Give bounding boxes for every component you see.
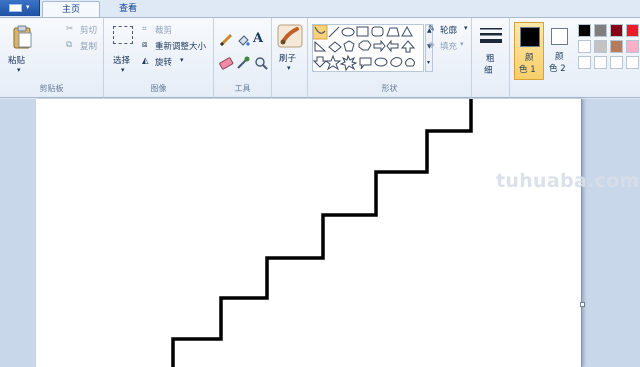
magnifier-icon[interactable] <box>253 55 269 71</box>
palette-swatch[interactable] <box>610 24 623 37</box>
brushes-group: 刷子 ▾ <box>272 18 308 98</box>
clipboard-group: 粘贴 ▾ ✂ 剪切 ⧉ 复制 剪贴板 <box>0 18 104 98</box>
fill-label: 填充 <box>440 42 458 52</box>
resize-button[interactable]: ⧈ 重新调整大小 <box>142 40 214 53</box>
shapes-group: ▲ ▼ ▾ ✎ 轮廓 ▾ ◈ 填充 ▾ 形状 <box>308 18 472 98</box>
canvas-resize-handle[interactable] <box>580 302 585 307</box>
palette-swatch[interactable] <box>594 56 607 69</box>
tools-group: A 工具 <box>214 18 272 98</box>
eraser-icon[interactable] <box>218 55 234 71</box>
rotate-button[interactable]: ◭ 旋转 ▾ <box>142 56 192 69</box>
crop-label: 裁剪 <box>155 26 173 36</box>
tab-home[interactable]: 主页 <box>42 1 100 18</box>
copy-button[interactable]: ⧉ 复制 <box>66 40 104 53</box>
tab-view[interactable]: 查看 <box>104 1 152 18</box>
color-2-label-bottom: 色 2 <box>549 64 566 74</box>
color-2-label-top: 颜 <box>555 52 564 62</box>
size-label-bottom: 细 <box>484 66 493 76</box>
chevron-down-icon: ▾ <box>464 24 468 32</box>
brushes-button[interactable]: 刷子 ▾ <box>274 22 306 78</box>
drawing-canvas[interactable] <box>36 99 582 367</box>
selection-rectangle-icon <box>113 26 133 44</box>
paint-menu-icon <box>9 4 22 12</box>
color-picker-icon[interactable] <box>235 55 251 71</box>
paste-label: 粘贴 <box>8 56 26 66</box>
ribbon: 粘贴 ▾ ✂ 剪切 ⧉ 复制 剪贴板 选择 ▾ ⌗ 裁剪 ⧈ 重新调整大小 ◭ … <box>0 17 640 98</box>
shapes-group-caption: 形状 <box>381 84 398 93</box>
watermark: tuhuaba.com <box>496 170 640 192</box>
clipboard-group-caption: 剪贴板 <box>39 84 64 93</box>
palette-swatch[interactable] <box>578 24 591 37</box>
resize-icon: ⧈ <box>142 40 148 50</box>
fill-button[interactable]: ◈ 填充 ▾ <box>426 40 472 53</box>
chevron-down-icon: ▾ <box>121 66 125 74</box>
palette-swatch[interactable] <box>626 24 639 37</box>
size-label-top: 粗 <box>486 54 495 64</box>
palette-swatch[interactable] <box>594 40 607 53</box>
size-group: 粗 细 <box>472 18 510 98</box>
image-group: 选择 ▾ ⌗ 裁剪 ⧈ 重新调整大小 ◭ 旋转 ▾ 图像 <box>104 18 214 98</box>
crop-button[interactable]: ⌗ 裁剪 <box>142 24 192 37</box>
rotate-label: 旋转 <box>155 58 173 68</box>
color-1-button[interactable]: 颜 色 1 <box>514 22 544 80</box>
crop-icon: ⌗ <box>142 24 147 34</box>
palette-swatch[interactable] <box>594 24 607 37</box>
chevron-down-icon: ▾ <box>17 66 21 74</box>
shapes-gallery <box>312 24 424 72</box>
copy-label: 复制 <box>80 42 98 52</box>
paste-icon <box>13 25 32 49</box>
colors-group: 颜 色 1 颜 色 2 <box>510 18 640 98</box>
palette-swatch[interactable] <box>578 40 591 53</box>
expand-gallery-icon: ▾ <box>427 59 431 66</box>
line-width-icon <box>480 28 502 43</box>
outline-icon: ✎ <box>428 24 436 34</box>
palette-swatch[interactable] <box>610 56 623 69</box>
chevron-down-icon: ▾ <box>460 40 464 48</box>
fill-bucket-icon[interactable] <box>235 32 251 48</box>
text-tool-icon[interactable]: A <box>253 31 263 46</box>
palette-swatch[interactable] <box>578 56 591 69</box>
paint-menu-button[interactable]: ▾ <box>0 0 40 16</box>
shapes-gallery-icons <box>313 25 416 72</box>
chevron-down-icon: ▾ <box>287 64 291 72</box>
color-2-swatch <box>551 28 568 45</box>
staircase-line <box>171 99 473 367</box>
color-1-label-bottom: 色 1 <box>519 65 536 75</box>
size-button[interactable]: 粗 细 <box>476 22 506 78</box>
palette-swatch[interactable] <box>626 40 639 53</box>
chevron-down-icon: ▾ <box>180 56 184 64</box>
cut-label: 剪切 <box>80 26 98 36</box>
outline-button[interactable]: ✎ 轮廓 ▾ <box>426 24 472 37</box>
image-group-caption: 图像 <box>150 84 167 93</box>
resize-label: 重新调整大小 <box>155 42 207 52</box>
color-1-swatch <box>520 27 540 47</box>
color-1-label-top: 颜 <box>525 53 534 63</box>
palette-swatch[interactable] <box>610 40 623 53</box>
pencil-icon[interactable] <box>218 32 234 48</box>
tools-group-caption: 工具 <box>234 84 251 93</box>
ribbon-tab-bar: ▾ 主页 查看 <box>0 0 640 18</box>
brushes-label: 刷子 <box>279 54 297 64</box>
outline-label: 轮廓 <box>440 26 458 36</box>
color-2-button[interactable]: 颜 色 2 <box>546 22 574 80</box>
canvas-workspace: tuhuaba.com <box>0 99 640 367</box>
paste-button[interactable]: 粘贴 ▾ <box>6 22 40 78</box>
rotate-icon: ◭ <box>142 56 149 66</box>
fill-icon: ◈ <box>428 40 435 50</box>
cut-button[interactable]: ✂ 剪切 <box>66 24 104 37</box>
scissors-icon: ✂ <box>66 24 74 34</box>
select-button[interactable]: 选择 ▾ <box>110 22 138 78</box>
palette-swatch[interactable] <box>626 56 639 69</box>
select-label: 选择 <box>113 56 131 66</box>
color-palette <box>578 24 640 74</box>
brush-icon <box>277 24 303 48</box>
chevron-down-icon: ▾ <box>26 3 30 11</box>
copy-icon: ⧉ <box>66 40 73 50</box>
staircase-drawing <box>171 99 473 367</box>
